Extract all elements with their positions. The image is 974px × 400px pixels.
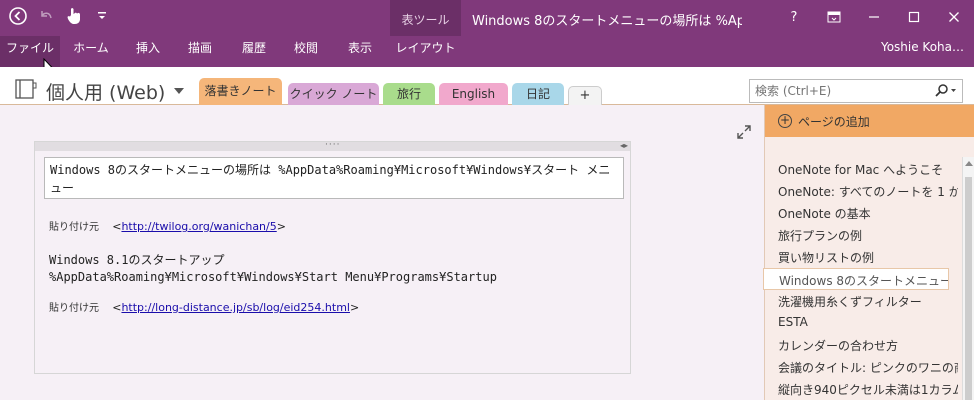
section-tab-label: 落書きノート [204, 84, 277, 98]
scroll-thumb[interactable] [965, 177, 972, 400]
tab-draw[interactable]: 描画 [178, 36, 222, 67]
title-bar: 表ツール Windows 8のスタートメニューの場所は %AppDat… ? [0, 0, 974, 67]
page-item[interactable]: 旅行プランの例 [778, 227, 958, 244]
page-item-active[interactable]: Windows 8のスタートメニューの [763, 268, 949, 290]
notebook-icon[interactable] [14, 78, 38, 99]
page-item[interactable]: 縦向き940ピクセル未満は1カラム [778, 381, 958, 398]
customize-qat-button[interactable] [92, 6, 112, 26]
bracket-close: > [276, 220, 286, 233]
page-canvas[interactable]: ···· ◂▸ Windows 8のスタートメニューの場所は %AppData%… [0, 105, 764, 400]
page-item[interactable]: OneNote の基本 [778, 205, 958, 222]
section-tab-label: 旅行 [396, 87, 421, 101]
notebook-bar: 個人用 (Web) 落書きノート クイック ノート 旅行 English 日記 … [0, 67, 974, 105]
scroll-up-icon[interactable] [965, 161, 973, 166]
user-name[interactable]: Yoshie Koha… [881, 40, 964, 54]
search-scope-button[interactable] [932, 84, 958, 98]
page-item[interactable]: 買い物リストの例 [778, 249, 958, 266]
context-tab-group-label: 表ツール [401, 13, 450, 27]
bracket-close: > [349, 301, 360, 314]
search-box [749, 79, 963, 103]
page-item[interactable]: カレンダーの合わせ方 [778, 337, 958, 354]
window-controls: ? [774, 0, 974, 34]
section-tab-diary[interactable]: 日記 [512, 83, 564, 105]
ribbon-tabs: ファイル ホーム 挿入 描画 履歴 校閲 表示 レイアウト [0, 36, 974, 76]
notebook-dropdown-icon[interactable] [174, 88, 184, 94]
pasted-from-label: 貼り付け元 [49, 222, 99, 233]
tab-review[interactable]: 校閲 [284, 36, 328, 67]
source-link[interactable]: http://long-distance.jp/sb/log/eid254.ht… [121, 301, 350, 314]
ribbon-display-options-button[interactable] [814, 0, 854, 34]
add-page-label: ページの追加 [798, 115, 870, 129]
close-button[interactable] [934, 0, 974, 34]
window-title: Windows 8のスタートメニューの場所は %AppDat… [472, 14, 742, 29]
minimize-button[interactable] [854, 0, 894, 34]
page-item[interactable]: 会議のタイトル: ピンクのワニの商 [778, 359, 958, 376]
section-tab-quick-notes[interactable]: クイック ノート [288, 83, 379, 105]
search-input[interactable] [750, 80, 930, 102]
tab-view[interactable]: 表示 [338, 36, 382, 67]
page-item[interactable]: ESTA [778, 315, 958, 329]
resize-arrows-icon[interactable]: ◂▸ [620, 141, 628, 150]
notebook-name[interactable]: 個人用 (Web) [46, 78, 165, 105]
undo-button[interactable] [36, 6, 56, 26]
pasted-from-2: 貼り付け元 <http://long-distance.jp/sb/log/ei… [49, 299, 359, 317]
back-button[interactable] [8, 6, 28, 26]
source-link[interactable]: http://twilog.org/wanichan/5 [121, 220, 276, 233]
pasted-from-1: 貼り付け元 <http://twilog.org/wanichan/5> [49, 218, 286, 236]
page-item[interactable]: OneNote: すべてのノートを 1 か [778, 183, 958, 200]
add-section-label: + [579, 88, 591, 103]
help-button[interactable]: ? [774, 0, 814, 34]
section-tab-label: 日記 [525, 87, 550, 101]
tab-insert[interactable]: 挿入 [126, 36, 170, 67]
section-tab-label: クイック ノート [289, 87, 378, 101]
page-list-scrollbar[interactable] [962, 157, 974, 400]
add-page-icon: + [778, 113, 792, 128]
add-section-button[interactable]: + [568, 86, 602, 105]
page-list-pane: + ページの追加 OneNote for Mac へようこそ OneNote: … [763, 105, 974, 400]
section-tab-travel[interactable]: 旅行 [383, 83, 435, 105]
drag-dots-icon[interactable]: ···· [325, 140, 340, 150]
tab-history[interactable]: 履歴 [232, 36, 276, 67]
note-container-handle[interactable]: ···· ◂▸ [35, 140, 630, 151]
note-container[interactable]: ···· ◂▸ Windows 8のスタートメニューの場所は %AppData%… [34, 140, 631, 374]
expand-page-icon[interactable] [737, 125, 751, 139]
tab-home[interactable]: ホーム [66, 36, 116, 67]
touch-mode-icon[interactable] [64, 6, 84, 26]
quick-access-toolbar [8, 6, 112, 26]
section-tab-english[interactable]: English [439, 83, 508, 105]
tab-layout[interactable]: レイアウト [390, 36, 461, 67]
section-tab-label: English [451, 87, 496, 101]
page-item[interactable]: 洗濯機用糸くずフィルター [778, 293, 958, 310]
section-tab-rakugaki[interactable]: 落書きノート [199, 78, 282, 105]
note-title-text[interactable]: Windows 8のスタートメニューの場所は %AppData%Roaming¥… [44, 157, 624, 199]
add-page-button[interactable]: + ページの追加 [765, 105, 974, 137]
page-item[interactable]: OneNote for Mac へようこそ [778, 161, 958, 178]
note-line-1[interactable]: Windows 8.1のスタートアップ [49, 252, 224, 269]
pasted-from-label: 貼り付け元 [49, 303, 99, 314]
note-line-2[interactable]: %AppData%Roaming¥Microsoft¥Windows¥Start… [49, 269, 497, 286]
maximize-button[interactable] [894, 0, 934, 34]
